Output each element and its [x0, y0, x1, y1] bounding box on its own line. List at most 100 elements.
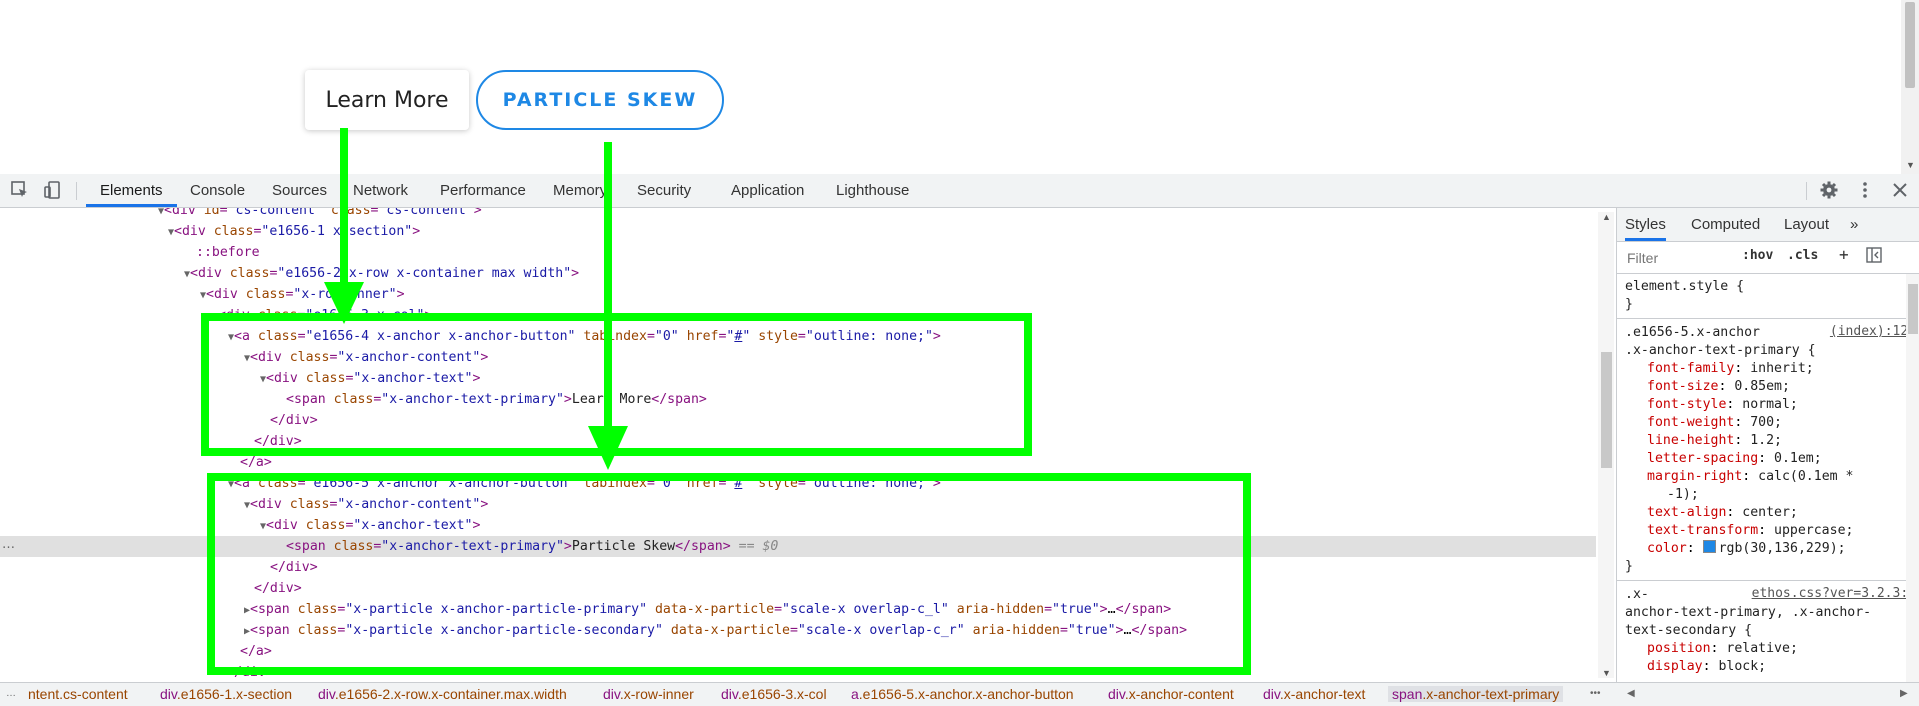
- element-style-close: }: [1625, 297, 1633, 312]
- device-toolbar-icon[interactable]: [42, 180, 64, 202]
- color-swatch-icon[interactable]: [1702, 540, 1716, 553]
- dom-node[interactable]: ▼<div class="e1656-2 x-row x-container m…: [0, 263, 1596, 284]
- tab-label: Console: [190, 182, 246, 199]
- dom-node[interactable]: </div>: [0, 410, 1596, 431]
- breadcrumb-overflow-icon[interactable]: •••: [1590, 688, 1601, 699]
- dom-node[interactable]: ▼<div class="e1656-3 x-col">: [0, 305, 1596, 326]
- dom-node[interactable]: ▼<div class="x-row-inner">: [0, 284, 1596, 305]
- devtools-toolbar: Elements Console Sources Network Perform…: [0, 174, 1919, 208]
- new-style-rule-button[interactable]: +: [1839, 245, 1849, 264]
- dom-node[interactable]: ▼<div class="x-anchor-text">: [0, 368, 1596, 389]
- dom-node[interactable]: ▼<div class="x-anchor-content">: [0, 494, 1596, 515]
- rule1-declaration[interactable]: font-weight: 700;: [1625, 414, 1782, 432]
- tab-performance[interactable]: Performance: [440, 174, 526, 207]
- rule2-declaration[interactable]: display: block;: [1625, 658, 1766, 676]
- breadcrumb-item[interactable]: ntent.cs-content: [28, 686, 128, 702]
- element-style-selector[interactable]: element.style {: [1625, 278, 1744, 296]
- scroll-down-arrow-icon[interactable]: ▼: [1602, 668, 1611, 678]
- breadcrumb-item[interactable]: div.x-anchor-text: [1263, 686, 1365, 702]
- dom-node-anchor-learn-more[interactable]: ▼<a class="e1656-4 x-anchor x-anchor-but…: [0, 326, 1596, 347]
- rule1-declaration[interactable]: line-height: 1.2;: [1625, 432, 1782, 450]
- dom-node[interactable]: </div>: [0, 578, 1596, 599]
- rule1-declaration[interactable]: color: rgb(30,136,229);: [1625, 540, 1846, 558]
- element-picker-icon[interactable]: [9, 180, 31, 202]
- rule2-selector-cont[interactable]: text-secondary {: [1625, 622, 1752, 640]
- breadcrumb-item[interactable]: div.e1656-1.x-section: [160, 686, 292, 702]
- tab-layout[interactable]: Layout: [1784, 208, 1829, 241]
- styles-scrollbar[interactable]: [1906, 274, 1919, 682]
- tab-sources[interactable]: Sources: [272, 174, 327, 207]
- rule1-declaration[interactable]: font-style: normal;: [1625, 396, 1798, 414]
- breadcrumb-item[interactable]: div.x-row-inner: [603, 686, 694, 702]
- rule1-source-link[interactable]: (index):124: [1830, 324, 1916, 339]
- rule2-selector[interactable]: .x-: [1625, 586, 1649, 604]
- dom-node[interactable]: </a>: [0, 452, 1596, 473]
- rule2-declaration[interactable]: position: relative;: [1625, 640, 1798, 658]
- styles-scroll-right-arrow-icon[interactable]: ▶: [1900, 688, 1908, 699]
- dom-node[interactable]: </div>: [0, 662, 1596, 682]
- dom-node[interactable]: </a>: [0, 641, 1596, 662]
- tab-computed[interactable]: Computed: [1691, 208, 1760, 241]
- dom-node-anchor-particle-skew[interactable]: ▼<a class="e1656-5 x-anchor x-anchor-but…: [0, 473, 1596, 494]
- kebab-menu-icon[interactable]: [1854, 180, 1876, 202]
- rule1-selector[interactable]: .e1656-5.x-anchor: [1625, 324, 1760, 342]
- tab-application[interactable]: Application: [731, 174, 804, 207]
- preview-scrollbar[interactable]: ▼: [1901, 0, 1919, 174]
- dom-node[interactable]: ::before: [0, 242, 1596, 263]
- scroll-up-arrow-icon[interactable]: ▲: [1602, 212, 1611, 222]
- styles-scroll-left-arrow-icon[interactable]: ◀: [1627, 688, 1635, 699]
- dom-node[interactable]: ▼<div class="x-anchor-content">: [0, 347, 1596, 368]
- hov-toggle[interactable]: :hov: [1742, 248, 1773, 263]
- elements-scrollbar[interactable]: ▲ ▼: [1598, 212, 1614, 678]
- tab-label: Application: [731, 182, 805, 199]
- dom-node-selected[interactable]: <span class="x-anchor-text-primary">Part…: [0, 536, 1596, 557]
- rule2-source-link[interactable]: ethos.css?ver=3.2.3:1: [1752, 586, 1916, 601]
- dom-node[interactable]: <span class="x-anchor-text-primary">Lear…: [0, 389, 1596, 410]
- dom-node[interactable]: ▼<div class="x-anchor-text">: [0, 515, 1596, 536]
- tab-console[interactable]: Console: [190, 174, 245, 207]
- toggle-sidebar-icon[interactable]: [1865, 246, 1883, 268]
- breadcrumb-item[interactable]: a.e1656-5.x-anchor.x-anchor-button: [851, 686, 1074, 702]
- dom-node[interactable]: </div>: [0, 557, 1596, 578]
- elements-scroll-thumb[interactable]: [1601, 352, 1612, 468]
- node-actions-icon[interactable]: …: [2, 537, 15, 552]
- breadcrumb-item[interactable]: div.e1656-3.x-col: [721, 686, 827, 702]
- dom-node[interactable]: </div>: [0, 431, 1596, 452]
- tab-lighthouse[interactable]: Lighthouse: [836, 174, 909, 207]
- learn-more-button[interactable]: Learn More: [305, 70, 469, 130]
- rule1-close: }: [1625, 559, 1633, 574]
- rule1-declaration[interactable]: font-family: inherit;: [1625, 360, 1814, 378]
- cls-toggle[interactable]: .cls: [1787, 248, 1818, 263]
- dom-node[interactable]: ▼<div class="e1656-1 x-section">: [0, 221, 1596, 242]
- gear-icon[interactable]: [1818, 180, 1840, 202]
- breadcrumb-item[interactable]: div.e1656-2.x-row.x-container.max.width: [318, 686, 567, 702]
- tab-styles[interactable]: Styles: [1625, 208, 1666, 241]
- rule1-declaration[interactable]: -1);: [1625, 486, 1699, 504]
- tab-network[interactable]: Network: [353, 174, 408, 207]
- styles-filter-bar: :hov .cls +: [1617, 242, 1919, 274]
- close-icon[interactable]: [1889, 180, 1911, 202]
- tab-elements[interactable]: Elements: [86, 174, 177, 207]
- breadcrumb-item[interactable]: div.x-anchor-content: [1108, 686, 1234, 702]
- scroll-down-arrow-icon[interactable]: ▼: [1906, 160, 1915, 170]
- more-tabs-icon[interactable]: »: [1850, 208, 1858, 241]
- breadcrumb-scroll-left-icon[interactable]: …: [6, 688, 16, 699]
- tab-memory[interactable]: Memory: [553, 174, 607, 207]
- dom-node[interactable]: ▶<span class="x-particle x-anchor-partic…: [0, 599, 1596, 620]
- rule1-declaration[interactable]: text-transform: uppercase;: [1625, 522, 1853, 540]
- rule2-selector-cont[interactable]: anchor-text-primary, .x-anchor-: [1625, 604, 1871, 622]
- styles-filter-input[interactable]: [1625, 246, 1737, 270]
- toolbar-divider: [76, 182, 77, 200]
- dom-node[interactable]: ▼<div id="cs-content" class="cs-content"…: [0, 208, 1596, 221]
- dom-node[interactable]: ▶<span class="x-particle x-anchor-partic…: [0, 620, 1596, 641]
- rule1-declaration[interactable]: margin-right: calc(0.1em *: [1625, 468, 1853, 486]
- rule1-declaration[interactable]: font-size: 0.85em;: [1625, 378, 1790, 396]
- rule1-selector-cont[interactable]: .x-anchor-text-primary {: [1625, 342, 1816, 360]
- styles-scroll-thumb[interactable]: [1908, 284, 1918, 334]
- rule1-declaration[interactable]: letter-spacing: 0.1em;: [1625, 450, 1822, 468]
- tab-security[interactable]: Security: [637, 174, 691, 207]
- rule1-declaration[interactable]: text-align: center;: [1625, 504, 1798, 522]
- preview-scroll-thumb[interactable]: [1905, 2, 1915, 88]
- breadcrumb-item-active[interactable]: span.x-anchor-text-primary: [1388, 686, 1564, 702]
- particle-skew-button[interactable]: PARTICLE SKEW: [476, 70, 724, 130]
